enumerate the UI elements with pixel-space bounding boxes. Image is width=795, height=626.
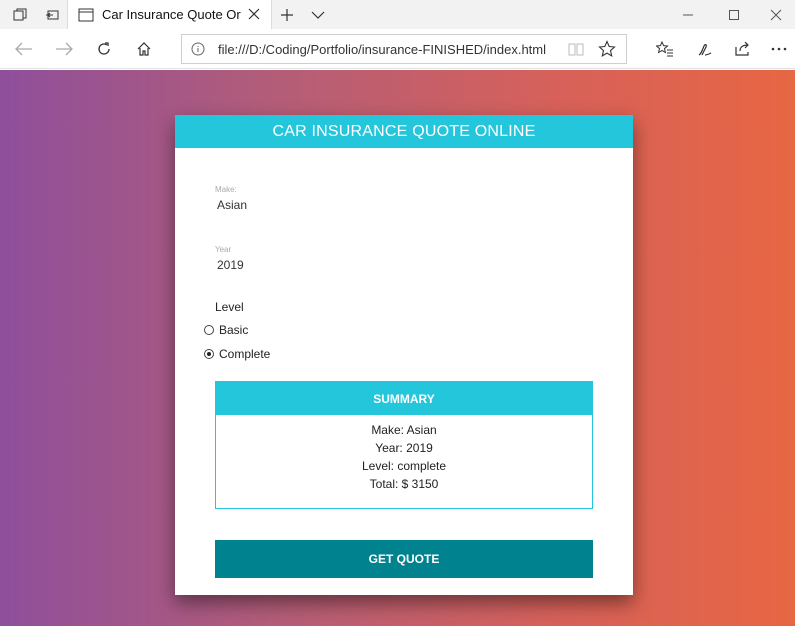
share-icon[interactable] <box>725 29 761 69</box>
tab-actions-icon[interactable] <box>6 0 34 29</box>
make-select[interactable]: Asian <box>217 198 247 212</box>
make-label: Make: <box>215 185 237 194</box>
complete-radio[interactable] <box>204 349 214 359</box>
address-text: file:///D:/Coding/Portfolio/insurance-FI… <box>218 41 547 57</box>
forward-icon[interactable] <box>46 29 82 69</box>
more-options-icon[interactable] <box>763 29 795 69</box>
tab-title: Car Insurance Quote Or <box>102 7 241 22</box>
set-tabs-aside-icon[interactable] <box>38 0 66 29</box>
summary-body: Make: Asian Year: 2019 Level: complete T… <box>216 415 592 493</box>
level-option-complete[interactable]: Complete <box>204 347 270 361</box>
address-bar[interactable]: file:///D:/Coding/Portfolio/insurance-FI… <box>181 34 627 64</box>
card-header: CAR INSURANCE QUOTE ONLINE <box>175 115 633 148</box>
favorites-icon[interactable] <box>647 29 683 69</box>
year-label: Year <box>215 245 232 254</box>
page-background: CAR INSURANCE QUOTE ONLINE Make: Asian Y… <box>0 70 795 626</box>
new-tab-icon[interactable] <box>276 0 298 29</box>
back-icon[interactable] <box>6 29 42 69</box>
quote-card: CAR INSURANCE QUOTE ONLINE Make: Asian Y… <box>175 115 633 595</box>
basic-radio[interactable] <box>204 325 214 335</box>
minimize-icon[interactable] <box>665 0 711 29</box>
level-label: Level <box>215 300 244 314</box>
get-quote-button[interactable]: GET QUOTE <box>215 540 593 578</box>
summary-year: Year: 2019 <box>375 441 433 455</box>
maximize-icon[interactable] <box>711 0 757 29</box>
chevron-down-icon[interactable] <box>306 0 330 29</box>
summary-level: Level: complete <box>361 459 447 473</box>
summary-box: SUMMARY Make: Asian Year: 2019 Level: co… <box>215 381 593 509</box>
complete-label: Complete <box>219 347 271 361</box>
year-field[interactable]: Year 2019 <box>215 245 244 272</box>
close-tab-icon[interactable] <box>247 7 261 21</box>
page-icon <box>78 8 94 22</box>
level-option-basic[interactable]: Basic <box>204 323 248 337</box>
refresh-icon[interactable] <box>86 29 122 69</box>
nav-bar: file:///D:/Coding/Portfolio/insurance-FI… <box>0 29 795 69</box>
favorite-star-icon[interactable] <box>598 40 616 63</box>
info-icon[interactable] <box>191 42 205 61</box>
year-select[interactable]: 2019 <box>217 258 244 272</box>
make-field[interactable]: Make: Asian <box>215 185 247 212</box>
summary-total: Total: $ 3150 <box>369 477 439 491</box>
reading-view-icon[interactable] <box>568 42 584 61</box>
summary-make: Make: Asian <box>371 423 437 437</box>
close-window-icon[interactable] <box>757 0 795 29</box>
tab-bar: Car Insurance Quote Or <box>0 0 795 29</box>
active-tab[interactable]: Car Insurance Quote Or <box>67 0 272 29</box>
basic-label: Basic <box>219 323 249 337</box>
page-title: CAR INSURANCE QUOTE ONLINE <box>272 122 536 140</box>
summary-title: SUMMARY <box>216 382 592 415</box>
home-icon[interactable] <box>126 29 162 69</box>
notes-pen-icon[interactable] <box>687 29 723 69</box>
